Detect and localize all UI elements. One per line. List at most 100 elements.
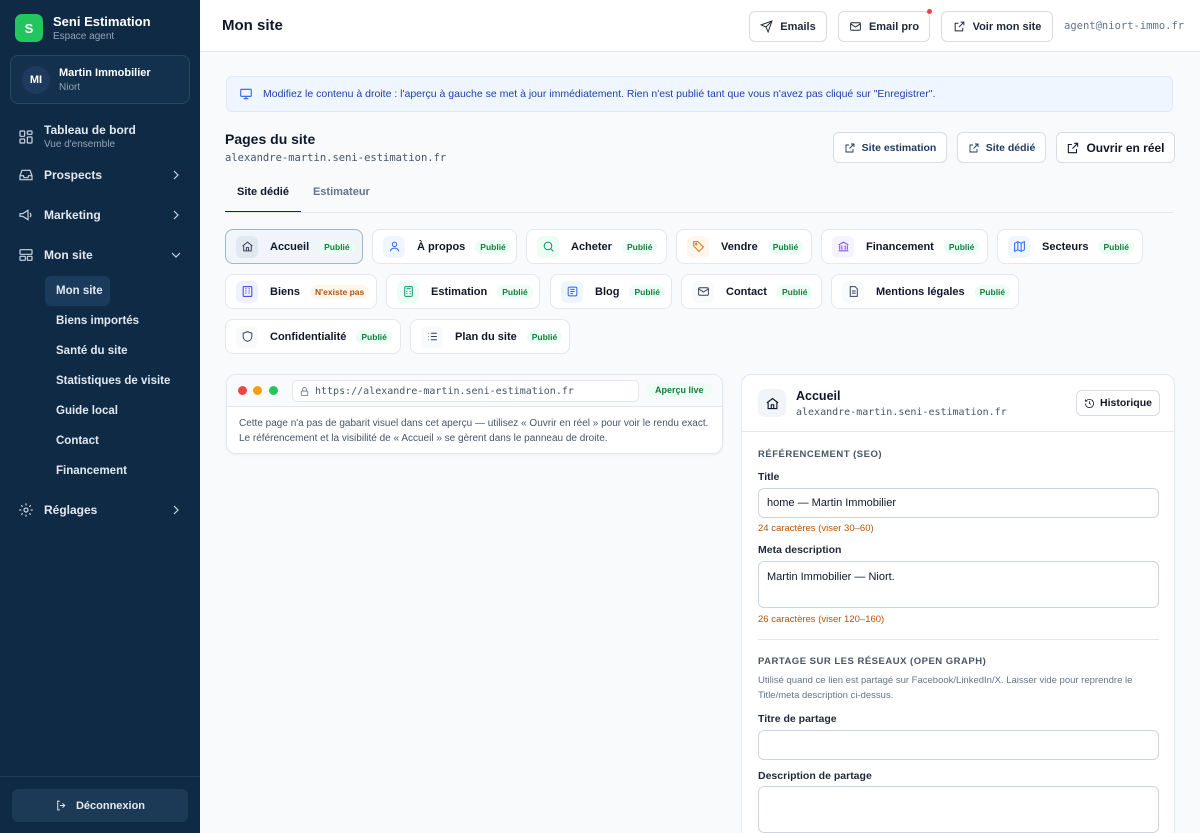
page-chip-label: Biens [270, 285, 300, 298]
map-icon [1008, 235, 1030, 258]
share-description-label: Description de partage [758, 770, 872, 782]
subnav-item-mon-site[interactable]: Mon site [45, 276, 110, 306]
og-section-title: PARTAGE SUR LES RÉSEAUX (OPEN GRAPH) [758, 656, 987, 667]
avatar: MI [22, 65, 50, 94]
email-pro-label: Email pro [868, 20, 920, 33]
logout-button[interactable]: Déconnexion [12, 789, 188, 822]
building-icon [236, 280, 258, 303]
title-char-count: 24 caractères (viser 30–60) [758, 523, 874, 534]
window-dot-green [269, 386, 278, 395]
emails-button[interactable]: Emails [749, 11, 827, 42]
status-badge: Publié [621, 239, 658, 254]
meta-description-input[interactable]: Martin Immobilier — Niort. [758, 561, 1159, 608]
page-chip-label: À propos [417, 240, 466, 253]
page-chip-estimation[interactable]: Estimation Publié [386, 274, 540, 309]
window-dot-yellow [253, 386, 262, 395]
subnav-item-sante-du-site[interactable]: Santé du site [45, 336, 190, 366]
page-chip-acheter[interactable]: Acheter Publié [526, 229, 667, 264]
page-chip-contact[interactable]: Contact Publié [681, 274, 822, 309]
nav-mon-site-label: Mon site [44, 248, 93, 262]
page-chip-vendre[interactable]: Vendre Publié [676, 229, 812, 264]
logout-icon [57, 800, 66, 811]
nav-prospects[interactable]: Prospects [18, 167, 184, 183]
status-badge: Publié [943, 239, 980, 254]
page-chip-label: Accueil [270, 240, 310, 253]
title-input[interactable] [758, 488, 1159, 518]
page-chip-label: Estimation [431, 285, 488, 298]
history-icon [1084, 398, 1095, 408]
nav-marketing[interactable]: Marketing [18, 207, 184, 223]
page-chip-biens[interactable]: Biens N'existe pas [225, 274, 377, 309]
status-badge: Publié [475, 239, 511, 254]
status-badge: Publié [776, 284, 813, 299]
subnav-item-guide-local[interactable]: Guide local [45, 396, 190, 426]
preview-message: Cette page n'a pas de gabarit visuel dan… [239, 418, 709, 444]
page-chip-label: Confidentialité [270, 330, 347, 343]
page-chip-accueil[interactable]: Accueil Publié [225, 229, 363, 264]
share-title-input[interactable] [758, 730, 1159, 760]
email-pro-button[interactable]: Email pro [838, 9, 932, 42]
page-chip-blog[interactable]: Blog Publié [550, 274, 672, 309]
panel-header: Accueil alexandre-martin.seni-estimation… [742, 375, 1174, 432]
page-chip-label: Secteurs [1042, 240, 1089, 253]
chevron-down-icon [171, 252, 181, 258]
chevron-right-icon [173, 505, 179, 515]
inbox-icon [19, 169, 33, 181]
voir-site-button[interactable]: Voir mon site [941, 11, 1053, 42]
nav-dashboard[interactable]: Tableau de bord Vue d'ensemble [18, 123, 184, 150]
status-badge: Publié [319, 239, 355, 254]
nav-mon-site[interactable]: Mon site [18, 247, 184, 263]
tab-site-dedie[interactable]: Site dédié [225, 186, 301, 213]
tabs-underline [225, 212, 1173, 213]
subnav-item-contact[interactable]: Contact [45, 426, 190, 456]
preview-url-bar: https://alexandre-martin.seni-estimation… [292, 380, 639, 402]
bank-icon [832, 235, 854, 258]
newspaper-icon [561, 280, 583, 303]
external-link-icon [1068, 142, 1079, 153]
preview-browser-bar: https://alexandre-martin.seni-estimation… [227, 375, 722, 407]
status-badge: Publié [974, 284, 1011, 299]
share-title-label: Titre de partage [758, 713, 837, 725]
layout-icon [19, 249, 33, 261]
section-domain: alexandre-martin.seni-estimation.fr [225, 152, 447, 164]
agency-card[interactable]: MI Martin Immobilier Niort [10, 55, 190, 104]
live-preview: https://alexandre-martin.seni-estimation… [226, 374, 723, 454]
home-icon [758, 389, 786, 417]
page-chip-confidentialite[interactable]: Confidentialité Publié [225, 319, 401, 354]
page-chip-label: Vendre [721, 240, 758, 253]
page-chip-mentions-legales[interactable]: Mentions légales Publié [831, 274, 1019, 309]
brand[interactable]: S Seni Estimation Espace agent [15, 14, 151, 42]
site-estimation-button[interactable]: Site estimation [833, 132, 947, 163]
tag-icon [687, 235, 709, 258]
brand-subtitle: Espace agent [53, 31, 115, 42]
site-dedie-button[interactable]: Site dédié [957, 132, 1046, 163]
page-chip-secteurs[interactable]: Secteurs Publié [997, 229, 1143, 264]
nav-reglages[interactable]: Réglages [18, 502, 184, 518]
status-badge: Publié [497, 284, 533, 299]
preview-url: https://alexandre-martin.seni-estimation… [315, 385, 574, 397]
section-divider [758, 639, 1159, 640]
sidebar: S Seni Estimation Espace agent MI Martin… [0, 0, 200, 833]
mail-icon [692, 280, 714, 303]
page-chip-financement[interactable]: Financement Publié [821, 229, 988, 264]
tab-estimateur[interactable]: Estimateur [301, 186, 382, 213]
page-chip-plan-du-site[interactable]: Plan du site Publié [410, 319, 570, 354]
share-description-input[interactable] [758, 786, 1159, 833]
monitor-icon [240, 88, 252, 100]
site-estimation-label: Site estimation [861, 141, 937, 154]
subnav-item-financement[interactable]: Financement [45, 456, 190, 486]
user-email: agent@niort-immo.fr [1064, 20, 1185, 32]
page-chip-a-propos[interactable]: À propos Publié [372, 229, 517, 264]
info-banner-text: Modifiez le contenu à droite : l'aperçu … [263, 88, 936, 100]
mail-icon [850, 22, 861, 31]
ouvrir-en-reel-button[interactable]: Ouvrir en réel [1056, 132, 1175, 163]
calculator-icon [397, 280, 419, 303]
status-badge: Publié [1098, 239, 1134, 254]
page-chip-label: Contact [726, 285, 767, 298]
subnav-item-statistiques[interactable]: Statistiques de visite [45, 366, 190, 396]
ouvrir-en-reel-label: Ouvrir en réel [1086, 140, 1165, 155]
subnav-item-biens-importes[interactable]: Biens importés [45, 306, 190, 336]
history-button[interactable]: Historique [1076, 390, 1160, 416]
nav-marketing-label: Marketing [44, 208, 101, 222]
list-icon [421, 325, 443, 348]
